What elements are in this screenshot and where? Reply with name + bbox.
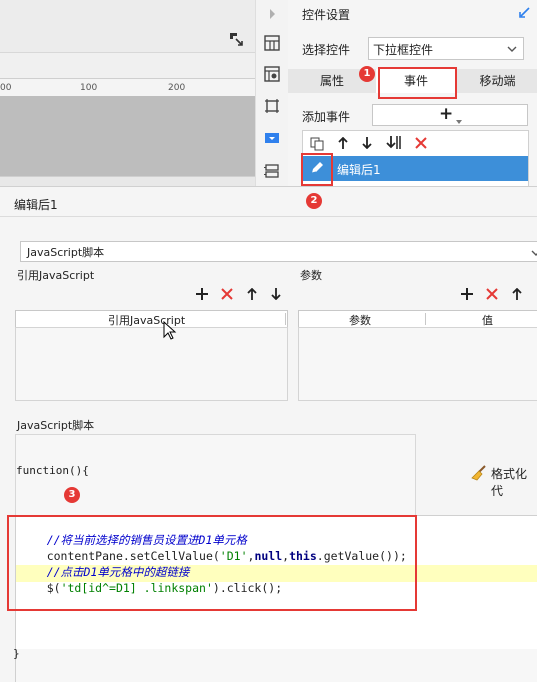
value-column-label: 值 bbox=[482, 314, 493, 327]
function-footer-area bbox=[15, 649, 537, 682]
script-type-value: JavaScript脚本 bbox=[27, 246, 105, 259]
event-list-item[interactable]: 编辑后1 bbox=[303, 156, 528, 181]
designer-spacer bbox=[0, 53, 255, 78]
broom-icon bbox=[471, 465, 487, 481]
delete-icon[interactable] bbox=[486, 288, 498, 300]
dialog-title: 编辑后1 bbox=[14, 198, 58, 212]
tab-mobile[interactable]: 移动端 bbox=[458, 69, 537, 93]
add-icon[interactable] bbox=[196, 288, 208, 300]
list-widget-icon[interactable] bbox=[264, 163, 280, 179]
column-divider bbox=[425, 313, 426, 325]
tab-label: 移动端 bbox=[479, 74, 516, 88]
layout-icon[interactable] bbox=[264, 35, 280, 51]
function-close: } bbox=[13, 647, 20, 660]
design-canvas[interactable] bbox=[0, 96, 255, 176]
format-code-label: 格式化代 bbox=[491, 467, 528, 498]
add-event-button[interactable]: + bbox=[372, 104, 528, 126]
pin-icon[interactable] bbox=[229, 32, 243, 46]
arrow-up-icon[interactable] bbox=[246, 287, 258, 300]
tab-label: 属性 bbox=[319, 74, 344, 88]
designer-toolbar bbox=[0, 26, 255, 53]
params-table-header[interactable]: 参数 值 bbox=[298, 310, 537, 328]
mouse-cursor-icon bbox=[163, 320, 177, 341]
params-section-label: 参数 bbox=[300, 269, 322, 282]
caret-down-icon bbox=[456, 113, 462, 124]
script-type-select[interactable]: JavaScript脚本 bbox=[20, 241, 537, 262]
ruler: 00 100 200 bbox=[0, 78, 255, 98]
annotation-box-events bbox=[378, 67, 457, 99]
params-table-body[interactable] bbox=[298, 327, 537, 401]
annotation-badge: 1 bbox=[359, 66, 375, 82]
add-event-label: 添加事件 bbox=[302, 110, 351, 124]
select-widget-label: 选择控件 bbox=[302, 43, 351, 57]
event-item-label: 编辑后1 bbox=[337, 163, 381, 177]
delete-icon[interactable] bbox=[221, 288, 233, 300]
frame-icon[interactable] bbox=[264, 98, 280, 114]
panel-title: 控件设置 bbox=[302, 8, 351, 22]
copy-icon[interactable] bbox=[310, 137, 324, 151]
format-code-button[interactable]: 格式化代 bbox=[471, 464, 537, 498]
annotation-badge: 3 bbox=[64, 487, 80, 503]
select-widget-dropdown[interactable]: 下拉框控件 bbox=[368, 37, 524, 60]
move-bottom-icon[interactable] bbox=[386, 136, 402, 150]
event-list: 编辑后1 bbox=[302, 130, 529, 188]
event-editor-dialog: 2 编辑后1 JavaScript脚本 引用JavaScript 引用JavaS… bbox=[0, 186, 537, 682]
annotation-box-code bbox=[7, 515, 417, 611]
js-script-section-label: JavaScript脚本 bbox=[17, 419, 95, 432]
collapse-arrow-icon[interactable] bbox=[264, 6, 280, 22]
arrow-down-icon[interactable] bbox=[270, 288, 282, 301]
ref-js-section-label: 引用JavaScript bbox=[17, 269, 95, 282]
widget-settings-panel: 控件设置 选择控件 下拉框控件 属性 事件 移动端 1 添加事件 + 编辑后1 bbox=[288, 0, 537, 188]
param-column-label: 参数 bbox=[349, 314, 371, 327]
arrow-up-icon[interactable] bbox=[511, 287, 523, 300]
function-open: function(){ bbox=[16, 464, 89, 477]
add-icon: + bbox=[439, 104, 454, 124]
delete-icon[interactable] bbox=[415, 137, 427, 149]
arrow-up-icon[interactable] bbox=[337, 136, 349, 149]
chevron-down-icon bbox=[531, 247, 537, 257]
divider bbox=[0, 216, 537, 217]
ruler-tick: 00 bbox=[0, 83, 12, 93]
select-widget-value: 下拉框控件 bbox=[373, 43, 434, 57]
dropdown-widget-icon[interactable] bbox=[264, 130, 280, 146]
ref-js-table-body[interactable] bbox=[15, 327, 288, 401]
add-icon[interactable] bbox=[461, 288, 473, 300]
arrow-down-icon[interactable] bbox=[361, 137, 373, 150]
designer-header bbox=[0, 0, 255, 26]
ruler-tick: 200 bbox=[168, 83, 186, 93]
ref-js-table-header[interactable]: 引用JavaScript bbox=[15, 310, 288, 328]
annotation-badge: 2 bbox=[306, 193, 322, 209]
ruler-tick: 100 bbox=[80, 83, 98, 93]
chart-cell-icon[interactable] bbox=[264, 66, 280, 82]
column-divider bbox=[285, 313, 286, 325]
annotation-box-edit bbox=[301, 153, 333, 186]
expand-icon[interactable] bbox=[518, 7, 530, 19]
chevron-down-icon bbox=[507, 43, 517, 53]
widget-icon-strip bbox=[255, 0, 289, 186]
